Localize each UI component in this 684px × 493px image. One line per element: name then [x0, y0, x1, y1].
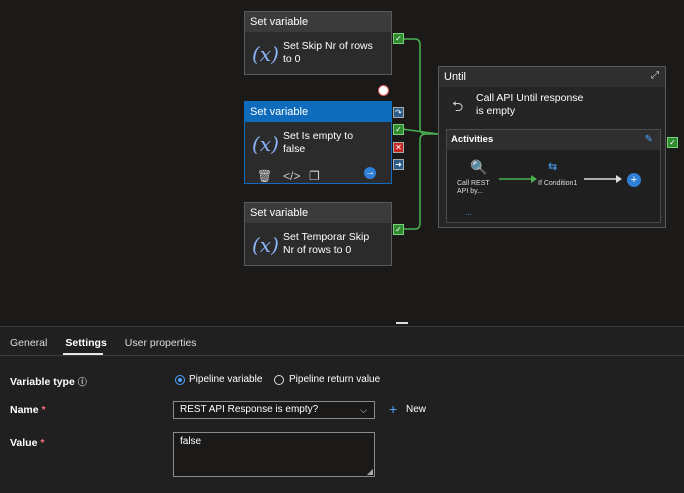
- until-activity[interactable]: Until ⤢ ⮌ Call API Until response is emp…: [438, 66, 666, 228]
- value-label-text: Value: [10, 437, 38, 449]
- loop-icon: ⮌: [452, 98, 464, 114]
- activity-label: Set Skip Nr of rows to 0: [283, 40, 373, 65]
- value-field-label: Value *: [10, 437, 44, 449]
- name-select[interactable]: REST API Response is empty? ⌵: [173, 401, 375, 419]
- activity-card-set-is-empty[interactable]: Set variable (x) Set Is empty to false 🗑…: [244, 101, 392, 184]
- name-field-label: Name *: [10, 404, 46, 416]
- activity-card-set-temporar[interactable]: Set variable (x) Set Temporar Skip Nr of…: [244, 202, 392, 266]
- activity-label: Set Temporar Skip Nr of rows to 0: [283, 231, 370, 256]
- activities-container[interactable]: Activities ✎ 🔍 Call REST API by... ⇆ If …: [446, 129, 661, 223]
- activities-title: Activities: [447, 130, 660, 150]
- pipeline-canvas[interactable]: Set variable (x) Set Skip Nr of rows to …: [0, 0, 684, 325]
- failure-output-icon[interactable]: ✕: [393, 142, 404, 153]
- variable-type-text: Variable type: [10, 376, 75, 388]
- activity-toolbar: 🗑 </> ❐: [257, 169, 335, 183]
- radio-pipeline-return-value[interactable]: [274, 375, 284, 385]
- success-output-icon[interactable]: ✓: [393, 33, 404, 44]
- if-condition-icon: ⇆: [548, 161, 558, 173]
- add-activity-icon[interactable]: +: [627, 173, 641, 187]
- radio-pipeline-variable-label[interactable]: Pipeline variable: [189, 374, 262, 385]
- web-activity-icon: 🔍: [470, 159, 488, 175]
- value-text: false: [180, 436, 202, 447]
- chevron-down-icon: ⌵: [360, 405, 367, 415]
- new-variable-button[interactable]: New: [406, 404, 426, 415]
- success-output-icon[interactable]: ✓: [393, 124, 404, 135]
- success-output-icon[interactable]: ✓: [393, 224, 404, 235]
- variable-icon: (x): [252, 233, 279, 257]
- variable-icon: (x): [252, 132, 279, 156]
- if-condition-label[interactable]: If Condition1: [538, 180, 578, 188]
- variable-icon: (x): [252, 42, 279, 66]
- edit-icon[interactable]: ✎: [645, 134, 653, 145]
- expand-icon[interactable]: ⤢: [651, 70, 659, 81]
- tab-divider: [0, 355, 684, 356]
- tab-settings[interactable]: Settings: [65, 337, 106, 349]
- add-output-icon[interactable]: →: [364, 167, 376, 179]
- tab-bar: General Settings User properties: [10, 337, 197, 349]
- activity-header: Set variable: [245, 102, 391, 122]
- activity-label: Set Is empty to false: [283, 130, 354, 155]
- call-rest-label[interactable]: Call REST API by...: [457, 180, 493, 196]
- copy-icon[interactable]: ❐: [309, 169, 335, 183]
- activity-header: Set variable: [245, 203, 391, 223]
- until-label: Call API Until response is empty: [476, 92, 584, 117]
- code-icon[interactable]: </>: [283, 169, 309, 183]
- radio-pipeline-variable[interactable]: [175, 375, 185, 385]
- success-output-icon[interactable]: ✓: [667, 137, 678, 148]
- radio-pipeline-return-value-label[interactable]: Pipeline return value: [289, 374, 380, 385]
- required-marker: *: [40, 437, 45, 449]
- more-indicator: ...: [465, 208, 472, 217]
- activity-header: Set variable: [245, 12, 391, 32]
- info-icon[interactable]: ⓘ: [78, 377, 87, 387]
- resize-handle[interactable]: [396, 322, 408, 324]
- activity-card-set-skip[interactable]: Set variable (x) Set Skip Nr of rows to …: [244, 11, 392, 75]
- variable-type-label: Variable type ⓘ: [10, 375, 87, 388]
- plus-icon[interactable]: +: [389, 401, 397, 417]
- required-marker: *: [41, 404, 46, 416]
- completion-arrow: [584, 175, 622, 183]
- resize-grip-icon[interactable]: ◢: [367, 467, 373, 476]
- tab-general[interactable]: General: [10, 337, 47, 349]
- tab-user-properties[interactable]: User properties: [125, 337, 197, 349]
- name-select-value: REST API Response is empty?: [180, 404, 319, 415]
- completion-output-icon[interactable]: ➜: [393, 159, 404, 170]
- success-arrow: [499, 175, 537, 183]
- name-label-text: Name: [10, 404, 39, 416]
- breakpoint-icon[interactable]: [378, 85, 389, 96]
- skip-output-icon[interactable]: ↷: [393, 107, 404, 118]
- delete-icon[interactable]: 🗑: [257, 169, 283, 183]
- until-header: Until: [439, 67, 665, 87]
- value-textarea[interactable]: false ◢: [173, 432, 375, 477]
